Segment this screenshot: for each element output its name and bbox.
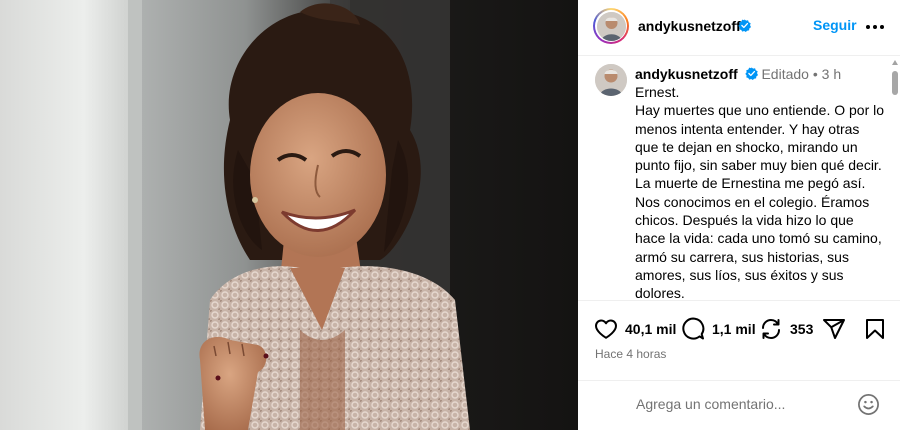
bookmark-icon bbox=[866, 319, 884, 339]
scroll-thumb[interactable] bbox=[892, 71, 898, 95]
post-actions: 40,1 mil 1,1 mil 353 Hace 4 horas bbox=[578, 300, 900, 380]
story-ring[interactable] bbox=[593, 8, 629, 44]
comment-icon bbox=[682, 317, 705, 340]
caption-time: 3 h bbox=[821, 66, 842, 82]
like-count[interactable]: 40,1 mil bbox=[625, 321, 676, 337]
repost-button[interactable]: 353 bbox=[759, 317, 813, 341]
comment-bar bbox=[578, 380, 900, 430]
edited-label: Editado bbox=[761, 66, 809, 82]
verified-badge-icon bbox=[744, 67, 758, 80]
caption-area[interactable]: andykusnetzoff Editado • 3 h Ernest. Hay… bbox=[578, 57, 900, 300]
post-time-ago[interactable]: Hace 4 horas bbox=[595, 347, 666, 361]
post-photo[interactable] bbox=[0, 0, 578, 430]
emoji-icon[interactable] bbox=[857, 393, 880, 416]
post-panel: andykusnetzoff Seguir andykusnetzoff Edi… bbox=[578, 0, 900, 430]
save-button[interactable] bbox=[863, 317, 887, 341]
like-button[interactable]: 40,1 mil bbox=[594, 317, 676, 341]
repost-icon bbox=[762, 318, 780, 340]
comment-button[interactable]: 1,1 mil bbox=[681, 317, 756, 341]
avatar[interactable] bbox=[596, 11, 626, 41]
header-username[interactable]: andykusnetzoff bbox=[638, 18, 741, 34]
follow-button[interactable]: Seguir bbox=[813, 17, 857, 33]
heart-icon bbox=[595, 319, 617, 339]
comment-count[interactable]: 1,1 mil bbox=[712, 321, 756, 337]
caption-scrollbar[interactable] bbox=[891, 60, 899, 300]
caption-header: andykusnetzoff Editado • 3 h bbox=[635, 66, 841, 82]
post-photo-image bbox=[0, 0, 578, 430]
meta-separator: • bbox=[812, 66, 818, 82]
repost-count[interactable]: 353 bbox=[790, 321, 813, 337]
caption-text: Ernest. Hay muertes que uno entiende. O … bbox=[635, 84, 885, 300]
more-horizontal-icon[interactable] bbox=[866, 25, 884, 31]
caption-username[interactable]: andykusnetzoff bbox=[635, 66, 738, 82]
comment-input[interactable] bbox=[636, 393, 856, 415]
share-button[interactable] bbox=[822, 317, 846, 341]
scroll-up-icon[interactable] bbox=[892, 60, 898, 65]
caption-avatar[interactable] bbox=[595, 64, 627, 96]
share-icon bbox=[823, 319, 845, 339]
post-header: andykusnetzoff Seguir bbox=[578, 0, 900, 56]
verified-badge-icon bbox=[738, 19, 751, 32]
